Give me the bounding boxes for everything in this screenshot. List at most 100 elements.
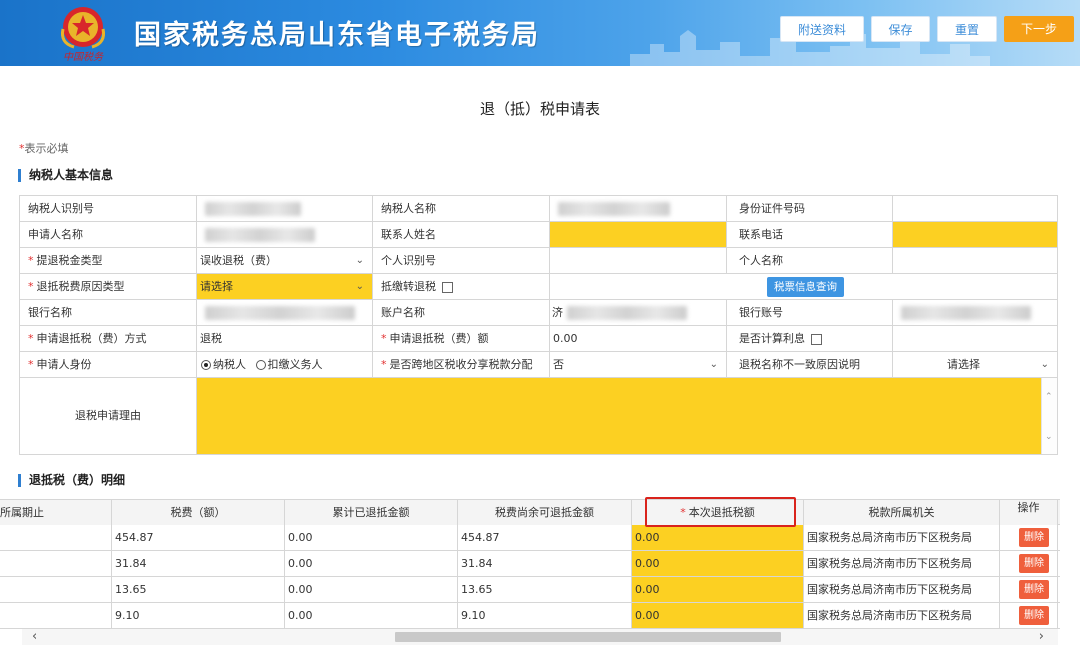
reason-row: 退税申请理由 ⌃ ⌄ [20,378,1058,455]
account-name-value: 济 [550,300,727,325]
save-button[interactable]: 保存 [871,16,930,42]
bank-name-label: 银行名称 [20,300,197,325]
delete-row-button[interactable]: 删除 [1019,528,1049,547]
refund-amount-value: 0.00 [550,326,727,351]
action-cell: 删除 [1000,603,1058,628]
bank-account-value [893,300,1058,325]
tax-amount-cell: 9.10 [112,603,285,628]
account-name-label: 账户名称 [373,300,550,325]
grid-row: * 申请人身份 纳税人 扣缴义务人 * 是否跨地区税收分享税款分配 否 ⌄ 退税名称不… [20,352,1058,378]
tax-amount-cell: 454.87 [112,525,285,550]
col-remaining: 税费尚余可退抵金额 [458,500,632,525]
attach-materials-button[interactable]: 附送资料 [780,16,864,42]
personal-id-label: 个人识别号 [373,248,550,273]
grid-row: 纳税人识别号 纳税人名称 身份证件号码 [20,196,1058,222]
reset-button[interactable]: 重置 [937,16,997,42]
period-end-cell [0,577,112,602]
basic-info-section-title: 纳税人基本信息 [18,169,113,182]
identity-taxpayer-radio[interactable] [201,360,211,370]
reason-scrollbar[interactable]: ⌃ ⌄ [1041,378,1057,454]
current-refund-input[interactable]: 0.00 [632,577,804,602]
required-note: *表示必填 [19,140,69,156]
detail-table-header: 所属期止 税费（额） 累计已退抵金额 税费尚余可退抵金额 * 本次退抵税额 税款所… [0,499,1060,525]
name-mismatch-label: 退税名称不一致原因说明 [727,352,893,377]
col-action: 操作 [1000,500,1058,525]
detail-section-title: 退抵税（费）明细 [18,474,125,487]
contact-phone-label: 联系电话 [727,222,893,247]
refund-reason-textarea[interactable]: ⌃ ⌄ [197,378,1058,454]
refund-type-select[interactable]: 误收退税（费） ⌄ [197,248,373,273]
required-note-text: 表示必填 [24,142,69,155]
tax-emblem-icon: 中国税务 [61,7,105,63]
scroll-left-icon[interactable]: ‹ [32,629,37,645]
chevron-down-icon: ⌄ [1040,359,1049,370]
refund-reason-type-select[interactable]: 请选择 ⌄ [197,274,373,299]
query-cell: 税票信息查询 [550,274,1058,299]
scroll-right-icon[interactable]: › [1039,629,1044,645]
current-refund-input[interactable]: 0.00 [632,603,804,628]
offset-refund-checkbox[interactable] [442,281,453,293]
period-end-cell [0,525,112,550]
bank-account-label: 银行账号 [727,300,893,325]
delete-row-button[interactable]: 删除 [1019,580,1049,599]
horizontal-scrollbar[interactable]: ‹ › [22,629,1058,645]
form-title: 退（抵）税申请表 [479,100,600,118]
tax-ticket-query-button[interactable]: 税票信息查询 [767,277,844,297]
current-refund-input[interactable]: 0.00 [632,525,804,550]
scroll-up-icon: ⌃ [1045,392,1053,402]
contact-name-label: 联系人姓名 [373,222,550,247]
applicant-identity-radio-group: 纳税人 扣缴义务人 [197,352,373,377]
scroll-down-icon: ⌄ [1045,432,1053,442]
applicant-name-value [197,222,373,247]
contact-phone-input[interactable] [893,222,1058,247]
contact-name-input[interactable] [550,222,727,247]
refund-amount-label: * 申请退抵税（费）额 [373,326,550,351]
delete-row-button[interactable]: 删除 [1019,554,1049,573]
refund-method-value: 退税 [197,326,373,351]
id-number-input[interactable] [893,196,1058,221]
current-refund-input[interactable]: 0.00 [632,551,804,576]
col-refunded-total: 累计已退抵金额 [285,500,458,525]
refunded-total-cell: 0.00 [285,603,458,628]
action-cell: 删除 [1000,577,1058,602]
authority-cell: 国家税务总局济南市历下区税务局 [804,577,1000,602]
chevron-down-icon: ⌄ [355,255,364,266]
refund-reason-label: 退税申请理由 [20,378,197,454]
id-number-label: 身份证件号码 [727,196,893,221]
tax-amount-cell: 13.65 [112,577,285,602]
period-end-cell [0,603,112,628]
scrollbar-thumb[interactable] [395,632,781,642]
refunded-total-cell: 0.00 [285,551,458,576]
refunded-total-cell: 0.00 [285,577,458,602]
chevron-down-icon: ⌄ [709,359,718,370]
applicant-identity-label: * 申请人身份 [20,352,197,377]
calc-interest-label: 是否计算利息 [727,326,893,351]
grid-row: * 申请退抵税（费）方式 退税 * 申请退抵税（费）额 0.00 是否计算利息 [20,326,1058,352]
name-mismatch-select[interactable]: 请选择 ⌄ [893,352,1058,377]
remaining-cell: 13.65 [458,577,632,602]
grid-row: * 退抵税费原因类型 请选择 ⌄ 抵缴转退税 税票信息查询 [20,274,1058,300]
authority-cell: 国家税务总局济南市历下区税务局 [804,525,1000,550]
identity-withholder-radio[interactable] [255,360,266,370]
personal-name-input[interactable] [893,248,1058,273]
authority-cell: 国家税务总局济南市历下区税务局 [804,603,1000,628]
taxpayer-name-label: 纳税人名称 [373,196,550,221]
detail-table: 所属期止 税费（额） 累计已退抵金额 税费尚余可退抵金额 * 本次退抵税额 税款所… [0,499,1060,629]
table-row: 9.10 0.00 9.10 0.00 国家税务总局济南市历下区税务局 删除 [0,603,1060,629]
logo-text: 中国税务 [63,51,104,63]
next-step-button[interactable]: 下一步 [1004,16,1074,42]
action-cell: 删除 [1000,525,1058,550]
period-end-cell [0,551,112,576]
personal-id-input[interactable] [550,248,727,273]
col-period-end: 所属期止 [0,500,112,525]
detail-rows: 454.87 0.00 454.87 0.00 国家税务总局济南市历下区税务局 删除 31.… [0,525,1060,629]
remaining-cell: 31.84 [458,551,632,576]
table-row: 454.87 0.00 454.87 0.00 国家税务总局济南市历下区税务局 删除 [0,525,1060,551]
calc-interest-checkbox[interactable] [811,333,822,345]
refund-reason-type-label: * 退抵税费原因类型 [20,274,197,299]
action-cell: 删除 [1000,551,1058,576]
delete-row-button[interactable]: 删除 [1019,606,1049,625]
cross-region-select[interactable]: 否 ⌄ [550,352,727,377]
offset-refund-label: 抵缴转退税 [373,274,550,299]
calc-interest-spacer [893,326,1058,351]
